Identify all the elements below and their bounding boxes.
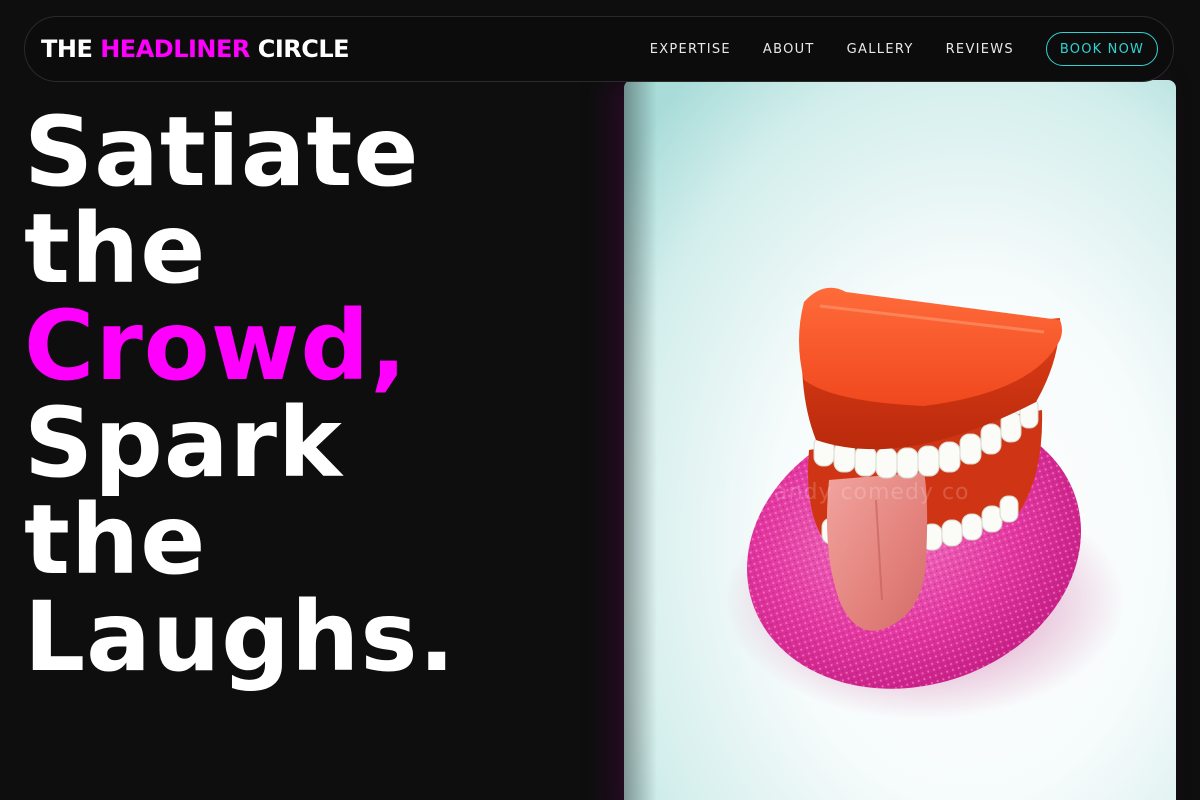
headline-line-6: Laughs.	[24, 581, 456, 693]
nav-link-gallery[interactable]: GALLERY	[847, 42, 914, 57]
headline-line-2: the	[24, 193, 207, 305]
brand-text-accent: HEADLINER	[100, 35, 250, 63]
top-navbar: THE HEADLINER CIRCLE EXPERTISE ABOUT GAL…	[24, 16, 1174, 82]
nav-menu: EXPERTISE ABOUT GALLERY REVIEWS BOOK NOW	[650, 32, 1158, 66]
headline-line-1: Satiate	[24, 96, 420, 208]
nav-link-reviews[interactable]: REVIEWS	[946, 42, 1014, 57]
brand-text-start: THE	[41, 35, 101, 63]
nav-link-about[interactable]: ABOUT	[763, 42, 815, 57]
brand-text-end: CIRCLE	[249, 35, 350, 63]
nav-link-expertise[interactable]: EXPERTISE	[650, 42, 731, 57]
hero-image: randy comedy co	[624, 80, 1176, 800]
book-now-button[interactable]: BOOK NOW	[1046, 32, 1158, 66]
hero-headline: Satiate the Crowd, Spark the Laughs.	[24, 104, 456, 686]
headline-line-5: the	[24, 484, 207, 596]
brand-logo[interactable]: THE HEADLINER CIRCLE	[41, 35, 350, 63]
image-watermark: randy comedy co	[764, 480, 970, 505]
headline-line-3-accent: Crowd,	[24, 290, 408, 402]
chattering-teeth-toy-photo-icon	[624, 80, 1176, 800]
headline-line-4: Spark	[24, 387, 343, 499]
